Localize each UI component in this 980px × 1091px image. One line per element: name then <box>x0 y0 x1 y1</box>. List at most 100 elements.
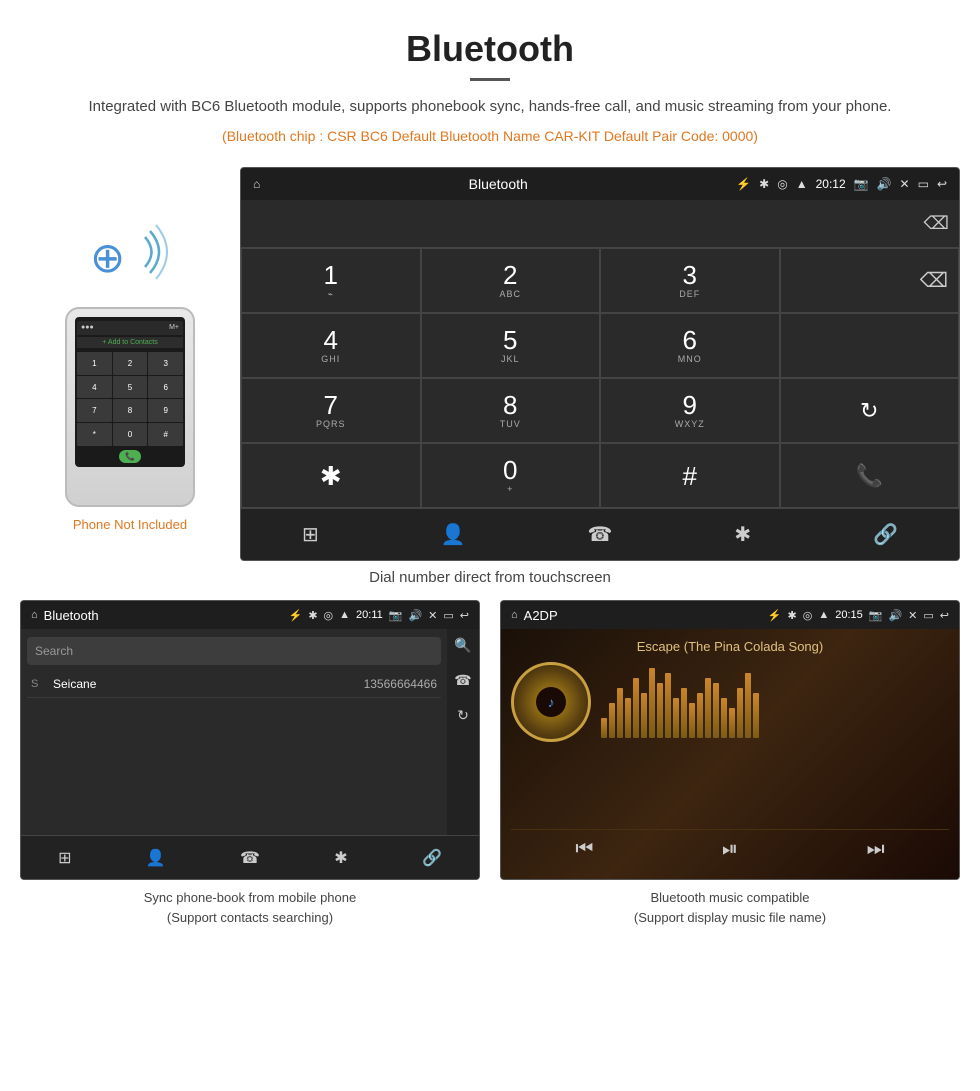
music-screen: ⌂ A2DP ⚡ ✱ ◎ ▲ 20:15 📷 🔊 ✕ ▭ ↩ Escape (T… <box>500 600 960 880</box>
title-divider <box>470 78 510 81</box>
contact-letter: S <box>31 678 45 690</box>
phone-screen: ●●●M+ + Add to Contacts 1 2 3 4 5 6 7 8 … <box>75 317 185 467</box>
location-icon: ◎ <box>777 177 787 191</box>
apps-icon-pb[interactable]: ⊞ <box>58 848 71 868</box>
bluetooth-bottom-icon[interactable]: ✱ <box>734 522 751 547</box>
next-button[interactable]: ⏭ <box>867 838 885 861</box>
dialer-time: 20:12 <box>816 177 846 191</box>
phone-key-9: 9 <box>148 399 183 422</box>
phone-icon[interactable]: ☎ <box>588 522 613 547</box>
phonebook-caption: Sync phone-book from mobile phone(Suppor… <box>144 888 356 927</box>
key-star[interactable]: ✱ <box>241 443 421 508</box>
key-9[interactable]: 9 WXYZ <box>600 378 780 443</box>
key-4[interactable]: 4 GHI <box>241 313 421 378</box>
phone-not-included-label: Phone Not Included <box>73 517 187 532</box>
home-icon-mu: ⌂ <box>511 609 518 621</box>
x-icon-mu: ✕ <box>908 609 917 622</box>
vis-bar <box>633 678 639 738</box>
link-icon-pb[interactable]: 🔗 <box>422 848 442 868</box>
link-icon[interactable]: 🔗 <box>873 522 898 547</box>
vis-bar <box>601 718 607 738</box>
phonebook-time: 20:11 <box>356 609 383 621</box>
main-section: ⊕ ●●●M+ + Add to Contacts 1 2 3 4 5 <box>0 157 980 561</box>
x-icon-pb: ✕ <box>428 609 437 622</box>
dial-input-row: ⌫ <box>241 200 959 248</box>
music-controls: ⏮ ⏯ ⏭ <box>511 829 949 869</box>
signal-icon: ▲ <box>796 177 808 191</box>
vis-bar <box>609 703 615 738</box>
bt-icon-pb2[interactable]: ✱ <box>334 848 347 868</box>
key-empty-1: ⌫ <box>780 248 960 313</box>
play-pause-button[interactable]: ⏯ <box>722 838 738 861</box>
win-icon-pb: ▭ <box>443 609 453 622</box>
search-placeholder: Search <box>35 644 73 658</box>
phone-key-7: 7 <box>77 399 112 422</box>
key-reload[interactable]: ↻ <box>780 378 960 443</box>
phone-key-3: 3 <box>148 352 183 375</box>
reload-side-icon[interactable]: ↻ <box>457 707 469 724</box>
phone-key-6: 6 <box>148 376 183 399</box>
phone-status-bar: ●●●M+ <box>77 321 183 335</box>
key-0[interactable]: 0 + <box>421 443 601 508</box>
music-status-bar: ⌂ A2DP ⚡ ✱ ◎ ▲ 20:15 📷 🔊 ✕ ▭ ↩ <box>501 601 959 629</box>
loc-icon-pb: ◎ <box>324 609 334 622</box>
phone-icon-pb[interactable]: ☎ <box>240 848 260 868</box>
volume-icon: 🔊 <box>877 177 892 191</box>
vis-bar <box>665 673 671 738</box>
usb-icon: ⚡ <box>736 177 751 191</box>
key-6[interactable]: 6 MNO <box>600 313 780 378</box>
prev-button[interactable]: ⏮ <box>575 838 593 861</box>
vis-bar <box>641 693 647 738</box>
key-1[interactable]: 1 ⌁ <box>241 248 421 313</box>
key-7[interactable]: 7 PQRS <box>241 378 421 443</box>
key-empty-2 <box>780 313 960 378</box>
contact-item[interactable]: S Seicane 13566664466 <box>27 671 441 698</box>
backspace-button[interactable]: ⌫ <box>924 213 949 234</box>
phone-key-star: * <box>77 423 112 446</box>
call-icon: 📞 <box>856 463 883 489</box>
phonebook-item: ⌂ Bluetooth ⚡ ✱ ◎ ▲ 20:11 📷 🔊 ✕ ▭ ↩ Sear… <box>20 600 480 927</box>
phone-key-8: 8 <box>113 399 148 422</box>
key-8[interactable]: 8 TUV <box>421 378 601 443</box>
phone-key-2: 2 <box>113 352 148 375</box>
bluetooth-specs: (Bluetooth chip : CSR BC6 Default Blueto… <box>60 125 920 147</box>
contacts-icon-pb[interactable]: 👤 <box>146 848 166 868</box>
contact-list: S Seicane 13566664466 <box>27 671 441 698</box>
bluetooth-logo-area: ⊕ <box>70 217 190 297</box>
dialer-screen: ⌂ Bluetooth ⚡ ✱ ◎ ▲ 20:12 📷 🔊 ✕ ▭ ↩ ⌫ 1 … <box>240 167 960 561</box>
contacts-icon[interactable]: 👤 <box>441 522 466 547</box>
vis-bar <box>649 668 655 738</box>
backspace-icon[interactable]: ⌫ <box>920 268 948 293</box>
sig-icon-mu: ▲ <box>818 609 829 621</box>
key-5[interactable]: 5 JKL <box>421 313 601 378</box>
phone-side-icon[interactable]: ☎ <box>454 672 471 689</box>
phone-illustration-side: ⊕ ●●●M+ + Add to Contacts 1 2 3 4 5 <box>20 167 240 561</box>
phonebook-status-bar: ⌂ Bluetooth ⚡ ✱ ◎ ▲ 20:11 📷 🔊 ✕ ▭ ↩ <box>21 601 479 629</box>
search-bar[interactable]: Search <box>27 637 441 665</box>
phonebook-title: Bluetooth <box>44 608 283 623</box>
dialer-bottom-bar: ⊞ 👤 ☎ ✱ 🔗 <box>241 508 959 560</box>
music-caption: Bluetooth music compatible(Support displ… <box>634 888 826 927</box>
vis-bar <box>753 693 759 738</box>
key-3[interactable]: 3 DEF <box>600 248 780 313</box>
phone-mockup: ●●●M+ + Add to Contacts 1 2 3 4 5 6 7 8 … <box>65 307 195 507</box>
svg-text:⊕: ⊕ <box>90 234 125 281</box>
vis-bar <box>657 683 663 738</box>
camera-icon: 📷 <box>854 177 869 191</box>
vis-bar <box>689 703 695 738</box>
bluetooth-signal-svg: ⊕ <box>70 217 190 297</box>
usb-icon-mu: ⚡ <box>768 609 782 622</box>
key-hash[interactable]: # <box>600 443 780 508</box>
music-note-icon: ♪ <box>548 694 555 710</box>
apps-icon[interactable]: ⊞ <box>302 522 319 547</box>
key-2[interactable]: 2 ABC <box>421 248 601 313</box>
loc-icon-mu: ◎ <box>803 609 813 622</box>
bottom-section: ⌂ Bluetooth ⚡ ✱ ◎ ▲ 20:11 📷 🔊 ✕ ▭ ↩ Sear… <box>0 600 980 927</box>
key-call[interactable]: 📞 <box>780 443 960 508</box>
reload-icon: ↻ <box>860 398 878 424</box>
phone-carrier: M+ <box>169 324 179 331</box>
phone-bottom-row: 📞 <box>77 450 183 463</box>
search-side-icon[interactable]: 🔍 <box>454 637 471 654</box>
bt-icon-pb: ✱ <box>308 609 317 622</box>
vis-bar <box>737 688 743 738</box>
